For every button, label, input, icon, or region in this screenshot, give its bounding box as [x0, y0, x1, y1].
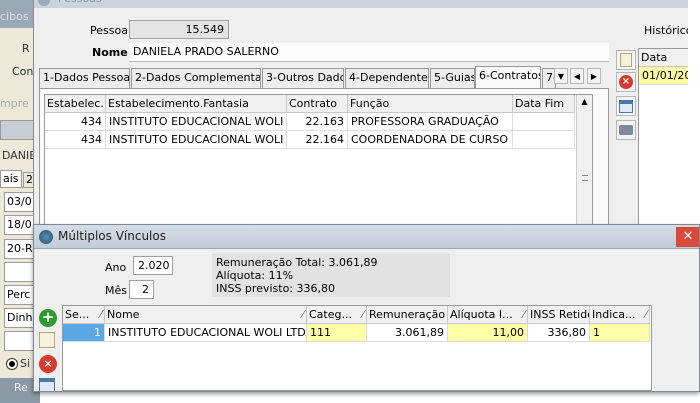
table-cell[interactable]: 22.163: [287, 113, 348, 131]
history-column-header[interactable]: Data: [639, 49, 688, 67]
mes-field[interactable]: 2: [129, 280, 154, 299]
scroll-grip-icon: [582, 175, 588, 181]
history-cell[interactable]: 01/01/20: [639, 67, 688, 85]
table-cell[interactable]: 434: [45, 131, 106, 149]
table-cell[interactable]: INSTITUTO EDUCACIONAL WOLI: [106, 131, 287, 149]
print-icon[interactable]: [616, 120, 636, 140]
multiplos-vinculos-title: Múltiplos Vínculos: [34, 225, 699, 249]
app-icon: [39, 230, 53, 244]
bg-label: cibos: [0, 10, 29, 23]
table-cell[interactable]: [513, 131, 575, 149]
tab-dependentes[interactable]: 4-Dependentes: [345, 68, 429, 88]
tab-outros-dados[interactable]: 3-Outros Dados: [262, 68, 344, 88]
delete-icon[interactable]: ×: [616, 72, 636, 92]
table-cell[interactable]: INSTITUTO EDUCACIONAL WOLI LTDA: [105, 324, 307, 342]
tab-dados-complementares[interactable]: 2-Dados Complementares: [131, 68, 261, 88]
close-icon[interactable]: ✕: [676, 227, 699, 247]
history-grid: Data 01/01/20: [638, 48, 688, 228]
table-cell[interactable]: 22.164: [287, 131, 348, 149]
tab-guias[interactable]: 5-Guias: [430, 68, 475, 88]
table-cell[interactable]: 434: [45, 113, 106, 131]
pessoa-field[interactable]: 15.549: [129, 20, 229, 39]
table-cell[interactable]: 1: [590, 324, 650, 342]
column-header[interactable]: Estabelec...: [45, 95, 106, 113]
aliquota-text: Alíquota: 11%: [216, 269, 294, 282]
column-header[interactable]: Data Fim: [513, 95, 575, 113]
bg-tab[interactable]: ais: [0, 170, 22, 188]
vinculos-grid: Se... ⁄ Nome ⁄ Categ... ⁄ Remuneração Alíqu…: [62, 305, 652, 391]
multiplos-vinculos-window: Múltiplos Vínculos ✕ Ano 2.020 Mês 2 Rem…: [33, 224, 700, 392]
column-header[interactable]: Remuneração: [367, 306, 448, 324]
tab-scroll-left-icon[interactable]: ◀: [570, 68, 584, 84]
column-header[interactable]: Alíquota I... ⁄: [448, 306, 528, 324]
mes-label: Mês: [105, 284, 127, 297]
tab-scroll-right-icon[interactable]: ▶: [587, 68, 601, 84]
contracts-grid: Estabelec... Estabelecimento.Fantasia Co…: [44, 94, 593, 226]
column-header[interactable]: Contrato: [287, 95, 348, 113]
column-header[interactable]: Indica... ⁄: [590, 306, 650, 324]
inss-previsto-text: INSS previsto: 336,80: [216, 282, 335, 295]
table-cell[interactable]: COORDENADORA DE CURSO: [348, 131, 513, 149]
ano-field[interactable]: 2.020: [133, 256, 173, 275]
column-header[interactable]: Estabelecimento.Fantasia: [106, 95, 287, 113]
nome-label: Nome: [92, 46, 128, 59]
remuneracao-total-text: Remuneração Total: 3.061,89: [216, 256, 378, 269]
tab-dropdown-icon[interactable]: ▼: [554, 68, 568, 84]
add-icon[interactable]: +: [39, 309, 57, 327]
edit-icon[interactable]: [616, 50, 636, 70]
table-cell[interactable]: 11,00: [448, 324, 528, 342]
tab-contratos[interactable]: 6-Contratos: [475, 66, 541, 88]
bg-label: DANIE: [2, 149, 37, 162]
calendar-icon[interactable]: [616, 96, 636, 116]
table-cell[interactable]: 1: [63, 324, 105, 342]
column-header[interactable]: INSS Retido: [528, 306, 590, 324]
table-cell[interactable]: PROFESSORA GRADUAÇÃO: [348, 113, 513, 131]
column-header[interactable]: Função: [348, 95, 513, 113]
bg-label: mpre: [0, 97, 29, 110]
table-cell[interactable]: [513, 113, 575, 131]
pessoas-window: Pessoas Pessoa 15.549 Nome DANIELA PRADO…: [33, 0, 688, 232]
radio-button[interactable]: [6, 358, 18, 370]
pessoas-window-title: Pessoas: [34, 0, 688, 8]
column-header[interactable]: Se... ⁄: [63, 306, 105, 324]
tab-dados-pessoais[interactable]: 1-Dados Pessoais: [39, 68, 130, 88]
ano-label: Ano: [105, 261, 127, 274]
historico-label: Histórico: [644, 24, 688, 37]
edit-icon[interactable]: [39, 332, 55, 348]
table-cell[interactable]: 3.061,89: [367, 324, 448, 342]
pessoa-label: Pessoa: [90, 24, 128, 37]
bg-label: Con: [12, 65, 34, 78]
column-header[interactable]: Categ... ⁄: [307, 306, 367, 324]
table-cell[interactable]: INSTITUTO EDUCACIONAL WOLI: [106, 113, 287, 131]
calendar-icon[interactable]: [39, 378, 55, 391]
table-cell[interactable]: 111: [307, 324, 367, 342]
nome-field[interactable]: DANIELA PRADO SALERNO: [129, 43, 609, 62]
delete-icon[interactable]: ×: [39, 355, 57, 373]
table-cell[interactable]: 336,80: [528, 324, 590, 342]
vertical-scrollbar[interactable]: ▲: [576, 95, 592, 225]
bg-label: R: [22, 42, 30, 55]
bg-label: Si: [20, 357, 31, 370]
column-header[interactable]: Nome ⁄: [105, 306, 307, 324]
